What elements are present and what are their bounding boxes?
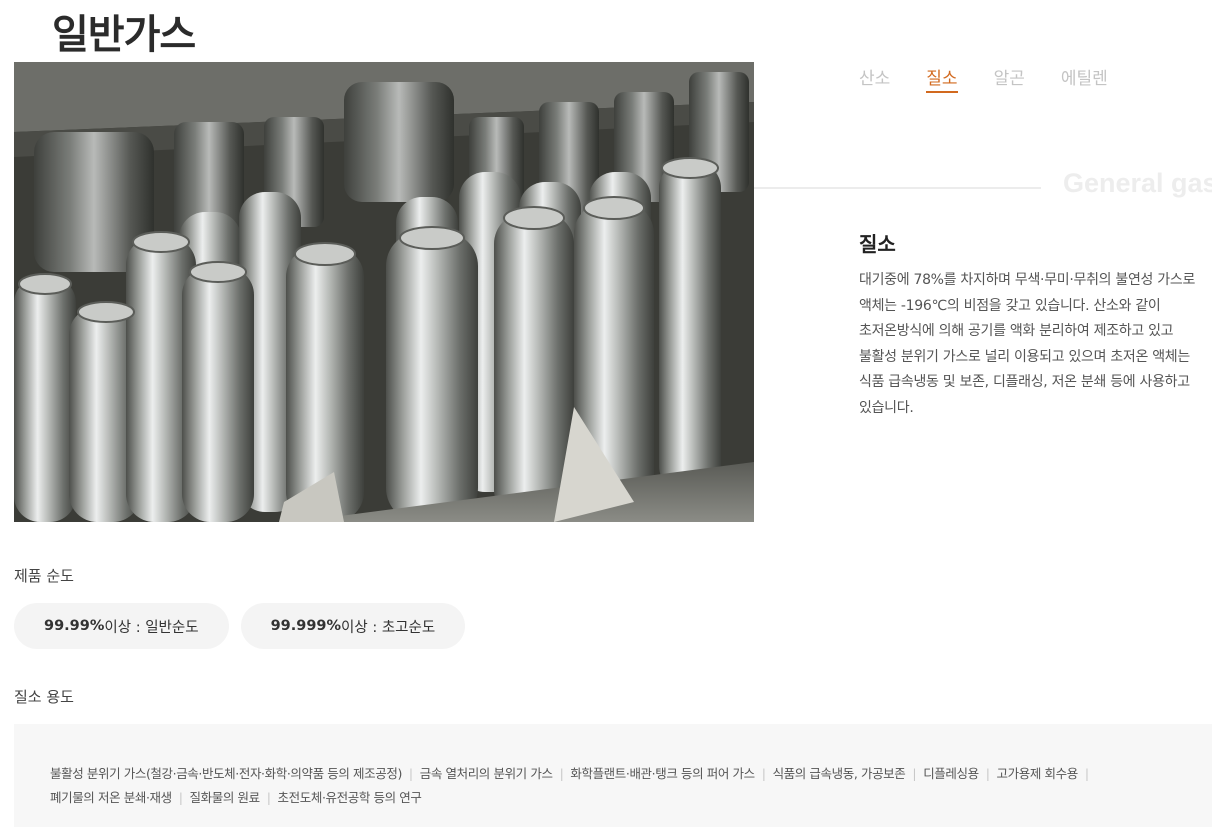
usage-box: 불활성 분위기 가스(철강·금속·반도체·전자·화학·의약품 등의 제조공정) |… bbox=[14, 724, 1212, 827]
purity-pill-standard: 99.99% 이상 : 일반순도 bbox=[14, 603, 229, 649]
gas-cylinders-photo bbox=[14, 62, 754, 522]
purity-value: 99.99% bbox=[44, 618, 105, 634]
separator: | bbox=[559, 766, 564, 781]
hero-image bbox=[14, 62, 754, 522]
separator: | bbox=[408, 766, 413, 781]
gas-description: 대기중에 78%를 차지하며 무색·무미·무취의 불연성 가스로 액체는 -19… bbox=[859, 272, 1196, 416]
tab-ethylene[interactable]: 에틸렌 bbox=[1061, 64, 1108, 93]
tab-argon[interactable]: 알곤 bbox=[994, 64, 1025, 93]
separator: | bbox=[266, 790, 271, 805]
gas-tabs: 산소 질소 알곤 에틸렌 bbox=[859, 64, 1108, 93]
purity-suffix: 이상 : 초고순도 bbox=[341, 619, 436, 636]
page-title: 일반가스 bbox=[52, 12, 196, 58]
usage-item: 금속 열처리의 분위기 가스 bbox=[419, 766, 553, 781]
usage-item: 화학플랜트·배관·탱크 등의 퍼어 가스 bbox=[570, 766, 755, 781]
divider-line bbox=[754, 187, 1041, 189]
usage-label: 질소 용도 bbox=[14, 688, 74, 706]
usage-item: 식품의 급속냉동, 가공보존 bbox=[772, 766, 906, 781]
separator: | bbox=[178, 790, 183, 805]
usage-item: 고가용제 회수용 bbox=[996, 766, 1079, 781]
usage-item: 질화물의 원료 bbox=[189, 790, 261, 805]
separator: | bbox=[912, 766, 917, 781]
separator: | bbox=[1084, 766, 1089, 781]
purity-pill-ultra: 99.999% 이상 : 초고순도 bbox=[240, 603, 466, 649]
usage-item: 디플레싱용 bbox=[923, 766, 979, 781]
usage-list: 불활성 분위기 가스(철강·금속·반도체·전자·화학·의약품 등의 제조공정) |… bbox=[50, 762, 1176, 810]
purity-suffix: 이상 : 일반순도 bbox=[104, 619, 199, 636]
tab-nitrogen[interactable]: 질소 bbox=[926, 64, 958, 93]
usage-item: 초전도체·유전공학 등의 연구 bbox=[277, 790, 422, 805]
purity-list: 99.99% 이상 : 일반순도 99.999% 이상 : 초고순도 bbox=[14, 603, 466, 649]
separator: | bbox=[761, 766, 766, 781]
purity-label: 제품 순도 bbox=[14, 567, 74, 585]
separator: | bbox=[985, 766, 990, 781]
watermark-text: General gas bbox=[1063, 168, 1212, 198]
usage-item: 불활성 분위기 가스(철강·금속·반도체·전자·화학·의약품 등의 제조공정) bbox=[50, 766, 402, 781]
usage-item: 폐기물의 저온 분쇄·재생 bbox=[50, 790, 172, 805]
purity-value: 99.999% bbox=[270, 618, 342, 634]
tab-oxygen[interactable]: 산소 bbox=[859, 64, 890, 93]
gas-name: 질소 bbox=[859, 232, 896, 256]
